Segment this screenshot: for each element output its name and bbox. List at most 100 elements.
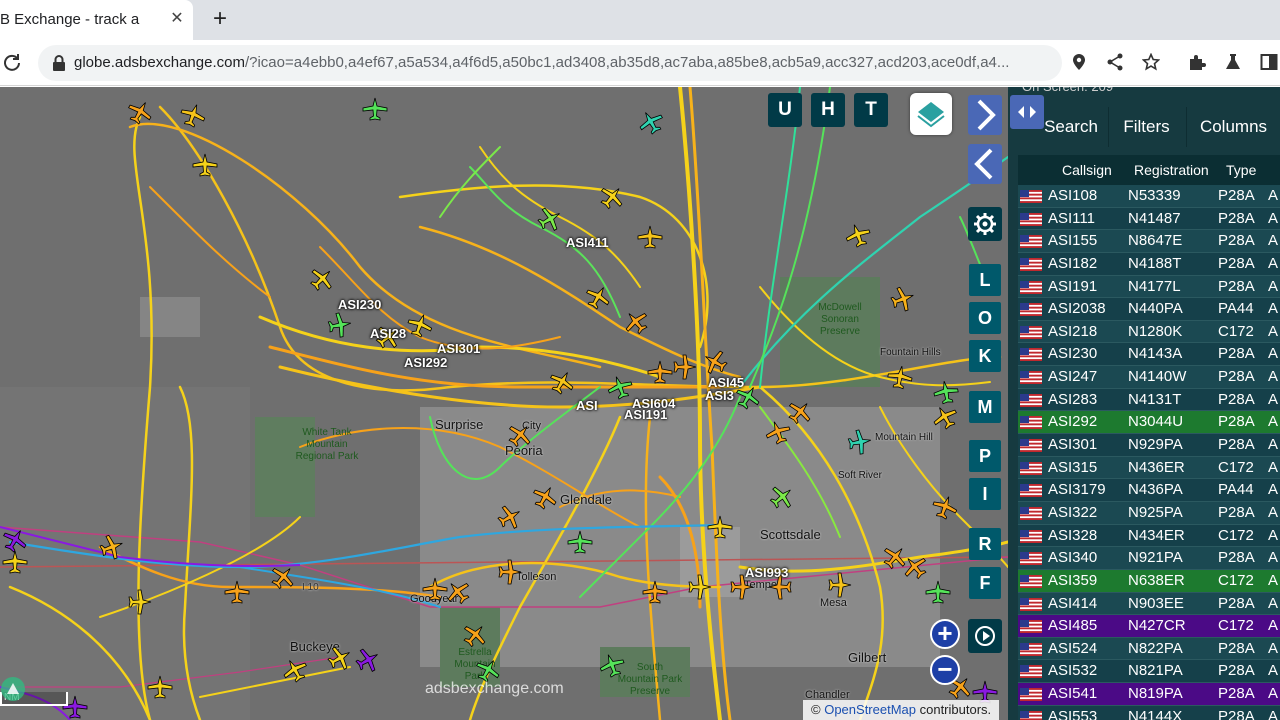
table-row[interactable]: ASI301 N929PA P28A A xyxy=(1018,434,1280,457)
table-row[interactable]: ASI328 N434ER C172 A xyxy=(1018,524,1280,548)
aircraft-icon[interactable] xyxy=(604,372,636,402)
lock-icon[interactable] xyxy=(52,55,66,71)
browser-tab[interactable]: B Exchange - track a ✕ xyxy=(0,0,193,40)
aircraft-icon[interactable] xyxy=(783,395,817,429)
aircraft-icon[interactable] xyxy=(97,531,127,563)
zoom-out-button[interactable]: − xyxy=(930,655,960,685)
aircraft-label[interactable]: ASI993 xyxy=(745,565,788,580)
table-row[interactable]: ASI191 N4177L P28A A xyxy=(1018,275,1280,299)
table-row[interactable]: ASI524 N822PA P28A A xyxy=(1018,637,1280,661)
aircraft-icon[interactable] xyxy=(0,523,32,557)
aircraft-icon[interactable] xyxy=(885,363,915,391)
table-row[interactable]: ASI247 N4140W P28A A xyxy=(1018,366,1280,389)
aircraft-icon[interactable] xyxy=(673,354,697,380)
column-header-type[interactable]: Type xyxy=(1226,155,1256,185)
tab-columns[interactable]: Columns xyxy=(1186,107,1280,147)
aircraft-icon[interactable] xyxy=(637,225,663,249)
aircraft-icon[interactable] xyxy=(404,310,436,340)
table-row[interactable]: ASI182 N4188T P28A A xyxy=(1018,252,1280,276)
aircraft-label[interactable]: ASI292 xyxy=(404,355,447,370)
toggle-k-button[interactable]: K xyxy=(969,340,1001,372)
aircraft-icon[interactable] xyxy=(326,310,354,340)
aircraft-icon[interactable] xyxy=(828,572,852,598)
aircraft-icon[interactable] xyxy=(128,589,152,615)
column-header-callsign[interactable]: Callsign xyxy=(1062,155,1112,185)
aircraft-icon[interactable] xyxy=(928,400,962,434)
aircraft-icon[interactable] xyxy=(503,418,537,452)
table-row[interactable]: ASI485 N427CR C172 A xyxy=(1018,615,1280,638)
replay-button[interactable] xyxy=(968,619,1002,653)
toggle-o-button[interactable]: O xyxy=(969,302,1001,334)
aircraft-icon[interactable] xyxy=(567,530,593,554)
table-row[interactable]: ASI359 N638ER C172 A xyxy=(1018,569,1280,593)
aircraft-icon[interactable] xyxy=(192,153,218,177)
aircraft-icon[interactable] xyxy=(619,305,653,339)
aircraft-icon[interactable] xyxy=(698,345,732,379)
toggle-r-button[interactable]: R xyxy=(969,528,1001,560)
zoom-in-button[interactable]: + xyxy=(930,619,960,649)
aircraft-icon[interactable] xyxy=(545,365,579,399)
location-pin-icon[interactable] xyxy=(1070,53,1088,71)
aircraft-label[interactable]: ASI xyxy=(576,398,598,413)
aircraft-icon[interactable] xyxy=(441,575,475,609)
aircraft-icon[interactable] xyxy=(458,618,492,652)
new-tab-button[interactable]: + xyxy=(206,6,234,34)
aircraft-icon[interactable] xyxy=(305,262,339,296)
table-row[interactable]: ASI283 N4131T P28A A xyxy=(1018,388,1280,412)
table-row[interactable]: ASI3179 N436PA PA44 A xyxy=(1018,479,1280,502)
aircraft-icon[interactable] xyxy=(177,100,209,130)
table-row[interactable]: ASI230 N4143A P28A A xyxy=(1018,343,1280,367)
toggle-u-button[interactable]: U xyxy=(768,93,802,127)
aircraft-icon[interactable] xyxy=(528,480,562,514)
close-tab-icon[interactable]: ✕ xyxy=(167,9,187,29)
aircraft-label[interactable]: ASI28 xyxy=(370,326,406,341)
next-arrow-button[interactable] xyxy=(968,95,1002,135)
aircraft-icon[interactable] xyxy=(842,220,874,250)
table-row[interactable]: ASI292 N3044U P28A A xyxy=(1018,411,1280,435)
extensions-icon[interactable] xyxy=(1188,53,1206,71)
toggle-l-button[interactable]: L xyxy=(969,264,1001,296)
aircraft-icon[interactable] xyxy=(581,280,615,314)
aircraft-icon[interactable] xyxy=(931,378,961,406)
aircraft-icon[interactable] xyxy=(878,540,912,574)
map-layers-button[interactable] xyxy=(910,93,952,135)
toggle-p-button[interactable]: P xyxy=(969,440,1001,472)
aircraft-label[interactable]: ASI411 xyxy=(566,235,609,250)
aircraft-label[interactable]: ASI45 xyxy=(708,375,744,390)
star-icon[interactable] xyxy=(1142,53,1160,71)
flight-map[interactable]: White Tank Mountain Regional Park McDowe… xyxy=(0,87,1008,720)
aircraft-icon[interactable] xyxy=(2,550,28,574)
side-panel-icon[interactable] xyxy=(1260,53,1278,71)
aircraft-icon[interactable] xyxy=(707,515,733,539)
labs-flask-icon[interactable] xyxy=(1224,53,1242,71)
table-row[interactable]: ASI2038 N440PA PA44 A xyxy=(1018,298,1280,321)
aircraft-icon[interactable] xyxy=(147,675,173,699)
aircraft-icon[interactable] xyxy=(642,580,668,604)
tab-search[interactable]: Search xyxy=(1026,107,1116,147)
aircraft-label[interactable]: ASI191 xyxy=(624,407,667,422)
aircraft-layer[interactable] xyxy=(0,87,1008,720)
aircraft-icon[interactable] xyxy=(323,641,357,675)
table-row[interactable]: ASI414 N903EE P28A A xyxy=(1018,592,1280,616)
aircraft-icon[interactable] xyxy=(634,105,668,139)
aircraft-icon[interactable] xyxy=(688,574,712,600)
aircraft-icon[interactable] xyxy=(266,560,300,594)
reload-icon[interactable] xyxy=(2,52,22,72)
table-row[interactable]: ASI541 N819PA P28A A xyxy=(1018,683,1280,706)
aircraft-icon[interactable] xyxy=(493,500,527,534)
prev-arrow-button[interactable] xyxy=(968,144,1002,184)
toggle-m-button[interactable]: M xyxy=(969,391,1001,423)
toggle-t-button[interactable]: T xyxy=(854,93,888,127)
table-row[interactable]: ASI155 N8647E P28A A xyxy=(1018,230,1280,253)
address-bar[interactable]: globe.adsbexchange.com/?icao=a4ebb0,a4ef… xyxy=(38,45,1062,81)
table-row[interactable]: ASI315 N436ER C172 A xyxy=(1018,456,1280,480)
aircraft-icon[interactable] xyxy=(498,559,522,585)
table-row[interactable]: ASI322 N925PA P28A A xyxy=(1018,501,1280,525)
aircraft-label[interactable]: ASI3 xyxy=(705,388,734,403)
aircraft-icon[interactable] xyxy=(647,360,673,384)
toggle-h-button[interactable]: H xyxy=(811,93,845,127)
aircraft-icon[interactable] xyxy=(362,97,388,121)
table-row[interactable]: ASI340 N921PA P28A A xyxy=(1018,547,1280,570)
aircraft-icon[interactable] xyxy=(925,580,951,604)
aircraft-icon[interactable] xyxy=(123,95,157,129)
